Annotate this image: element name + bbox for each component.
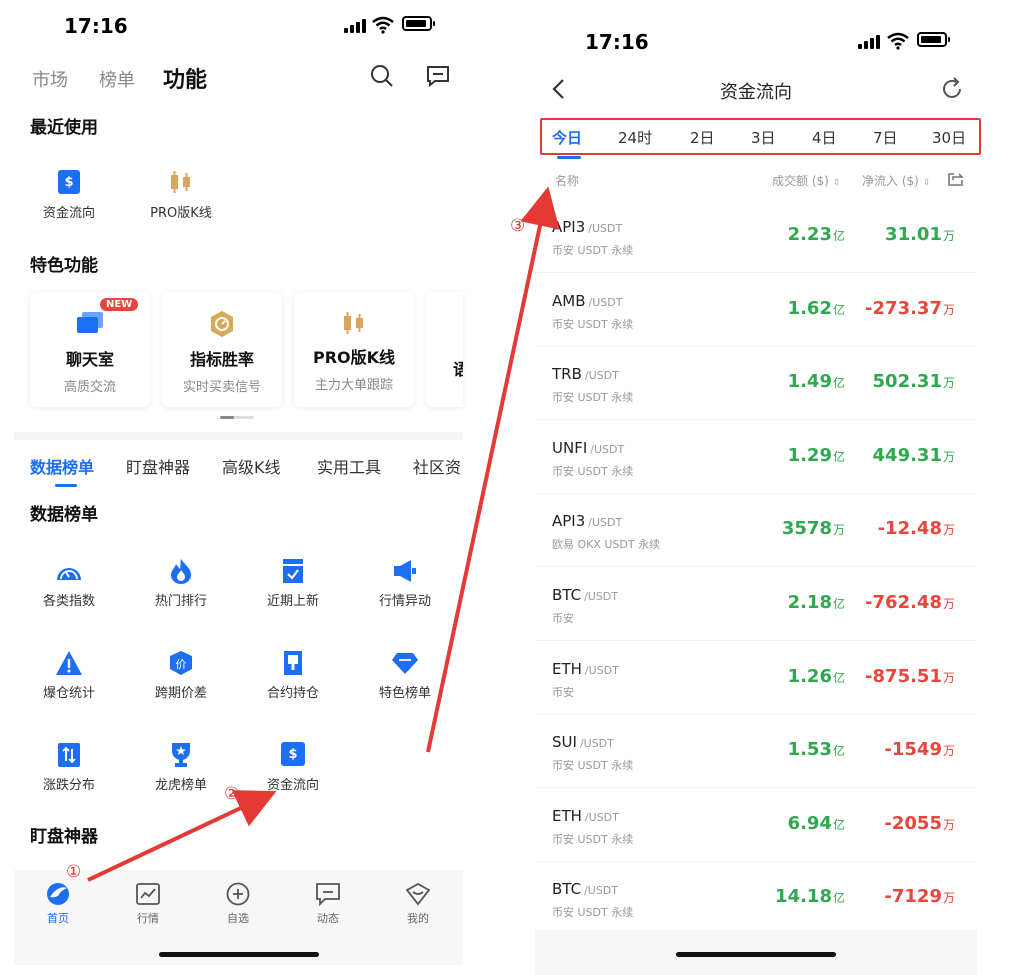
annotation-step-3: ③ [510,216,526,236]
annotation-step-2: ② [224,784,240,804]
arrow-step2-to-step3 [426,186,560,753]
arrow-step1-to-step2 [87,790,277,882]
screenshot-root: 17:16 市场 榜单 功能 最近使用 $ 资金流向 PRO版K线 特色功能 N… [0,0,1017,975]
annotation-arrows [87,186,560,882]
annotation-step-1: ① [66,862,82,882]
